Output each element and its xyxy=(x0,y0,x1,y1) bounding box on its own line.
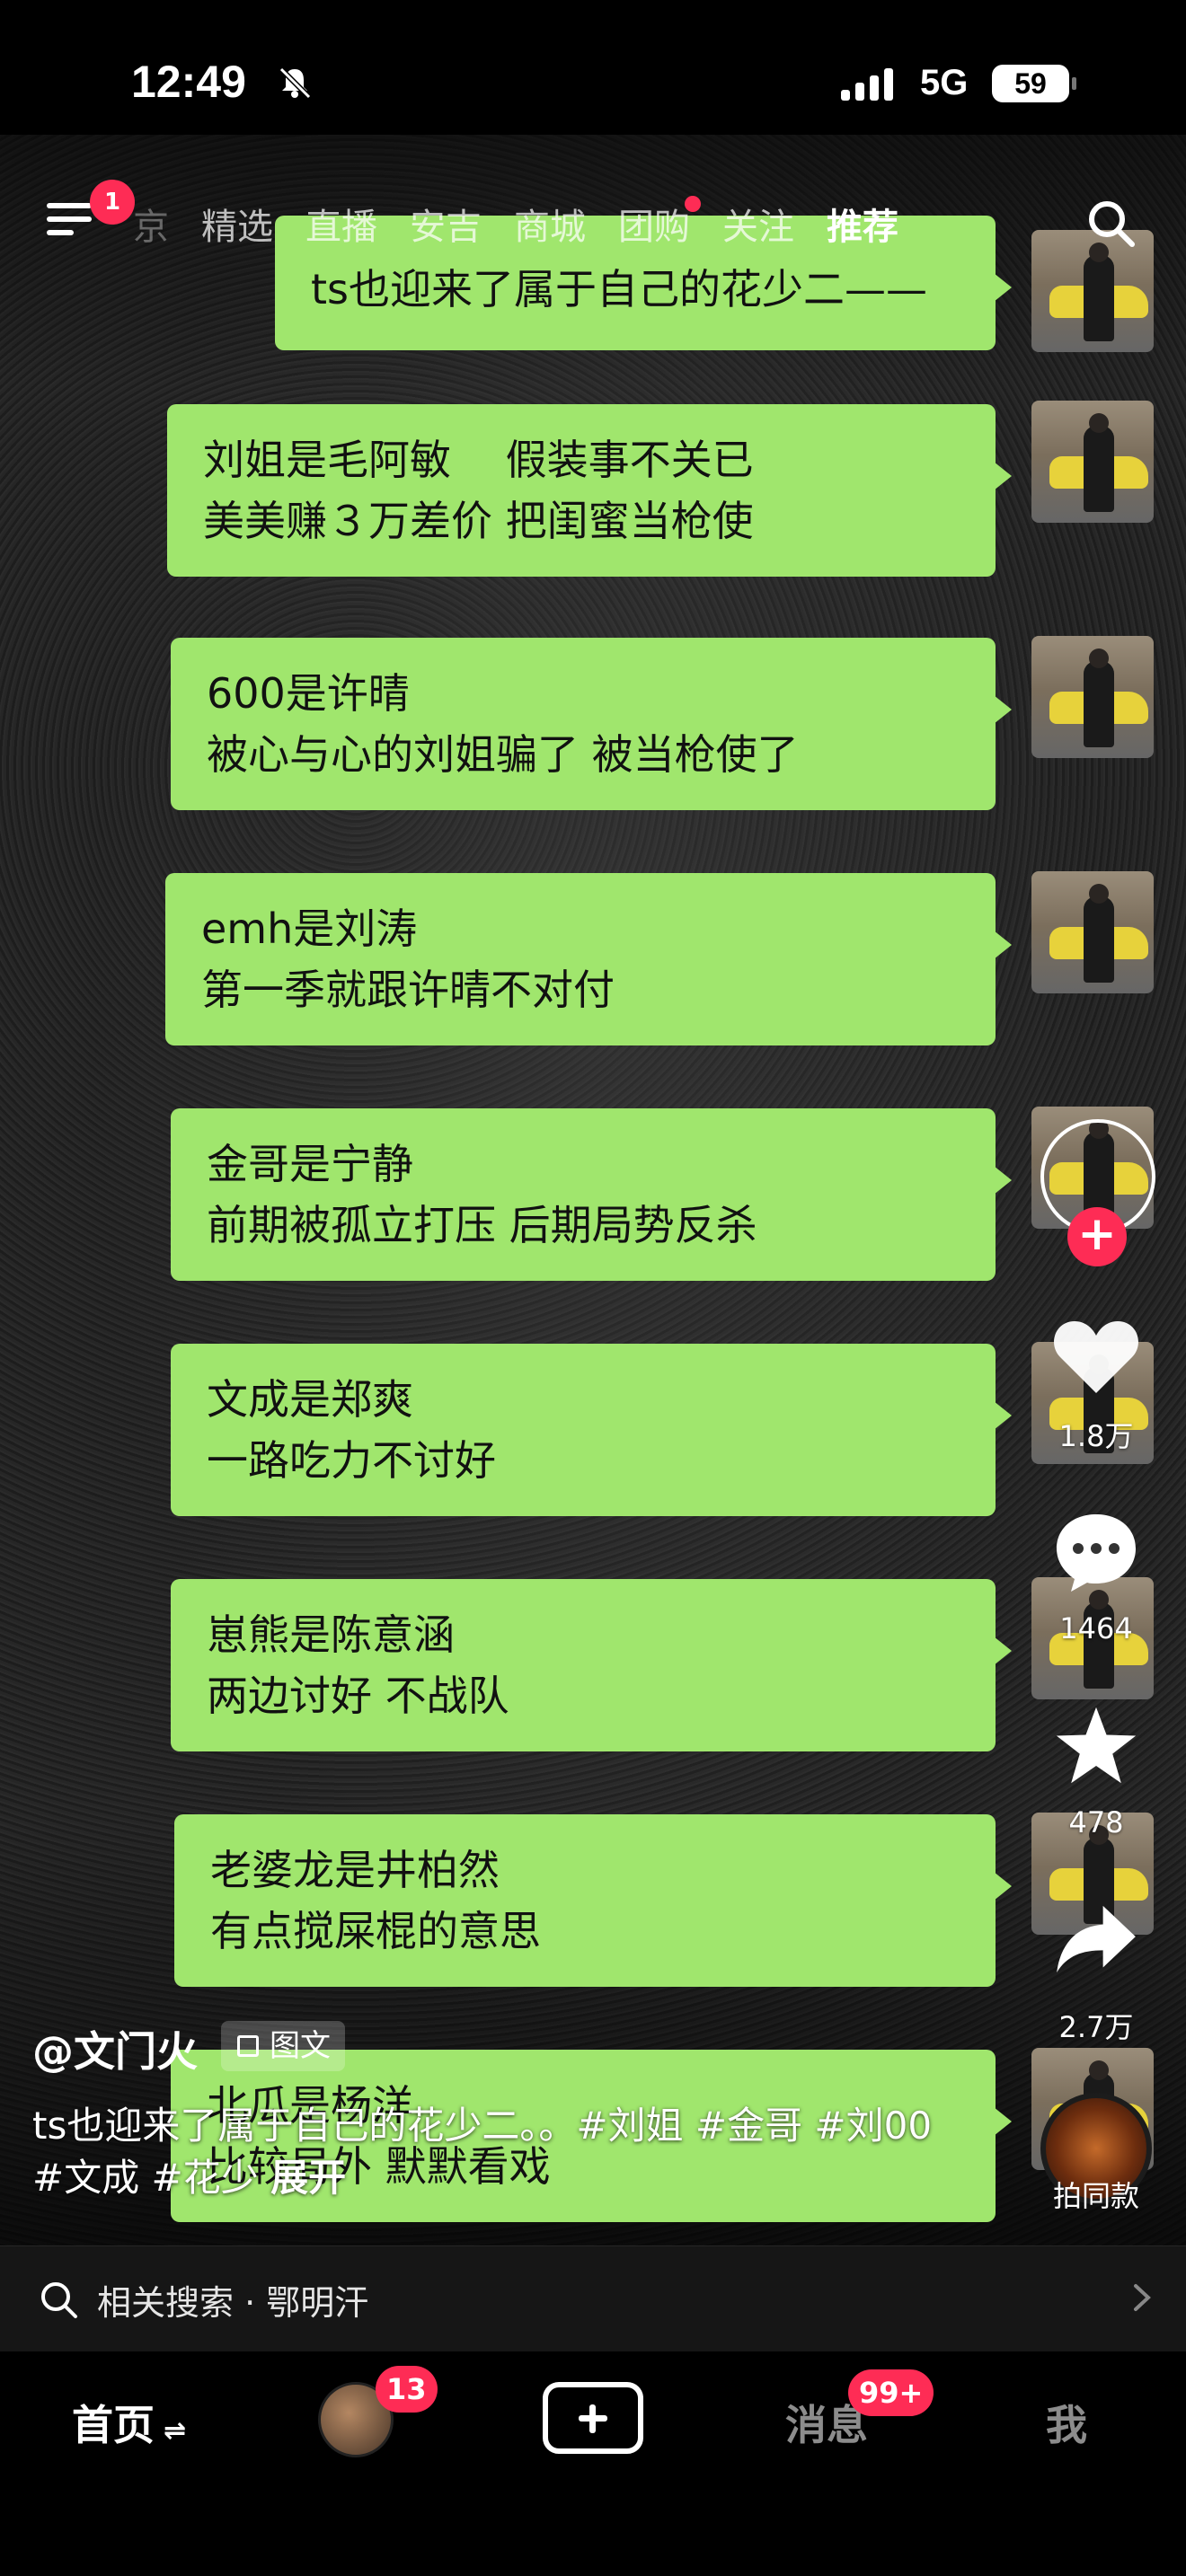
tab-following[interactable]: 关注 xyxy=(706,198,810,250)
chat-message-line: 老婆龙是井柏然 xyxy=(210,1846,500,1894)
tab-featured[interactable]: 精选 xyxy=(185,198,289,250)
person-shape xyxy=(1084,426,1114,512)
tab-home-label: 首页 xyxy=(72,2401,155,2449)
chat-message-line: 600是许晴 xyxy=(207,669,410,718)
share-count: 2.7万 xyxy=(1058,2010,1134,2044)
chevron-right-icon xyxy=(1134,2284,1151,2311)
friends-badge: 13 xyxy=(376,2366,438,2413)
chat-message-line: 第一季就跟许晴不对付 xyxy=(201,966,615,1014)
chat-message-bubble: 刘姐是毛阿敏 假装事不关已 美美赚３万差价 把闺蜜当枪使 xyxy=(167,404,1012,577)
chat-message-line: 美美赚３万差价 把闺蜜当枪使 xyxy=(203,497,754,545)
messages-badge: 99+ xyxy=(848,2369,934,2416)
tab-location[interactable]: 京 xyxy=(126,198,185,250)
battery-icon: 59 xyxy=(992,65,1076,102)
tab-notification-dot xyxy=(685,196,701,212)
caption-text: ts也迎来了属于自己的花少二。。#刘姐 #金哥 #刘00 #文成 #花少 xyxy=(32,2104,933,2200)
tab-group-buy[interactable]: 团购 xyxy=(602,196,706,250)
post-caption[interactable]: ts也迎来了属于自己的花少二。。#刘姐 #金哥 #刘00 #文成 #花少 展开 xyxy=(32,2100,967,2204)
chat-message-line: 前期被孤立打压 后期局势反杀 xyxy=(207,1201,757,1249)
search-icon xyxy=(41,2282,77,2318)
person-head xyxy=(1089,413,1109,433)
chat-message-line: 文成是郑爽 xyxy=(207,1375,413,1424)
chat-message-line: 崽熊是陈意涵 xyxy=(207,1610,455,1659)
person-head xyxy=(1089,648,1109,668)
muted-bell-icon xyxy=(279,66,312,100)
chat-message-line: 金哥是宁静 xyxy=(207,1140,413,1188)
switch-icon: ⇌ xyxy=(164,2415,187,2447)
like-count: 1.8万 xyxy=(1058,1419,1134,1453)
top-nav: 1 京 精选 直播 安吉 商城 团购 关注 推荐 xyxy=(0,180,1186,269)
related-search-text: 相关搜索 · 鄂明汗 xyxy=(97,2283,369,2323)
menu-icon[interactable] xyxy=(47,203,92,244)
tab-live[interactable]: 直播 xyxy=(289,198,394,250)
bottom-tab-bar: 首页 ⇌ 13 消息 99+ 我 xyxy=(0,2351,1186,2576)
post-type-label: 图文 xyxy=(270,2028,331,2064)
chat-message-line: 有点搅屎棍的意思 xyxy=(210,1907,541,1955)
chat-message-bubble: 文成是郑爽一路吃力不讨好 xyxy=(171,1344,1012,1516)
person-shape xyxy=(1084,661,1114,747)
status-time: 12:49 xyxy=(131,57,246,107)
star-icon[interactable] xyxy=(1053,1703,1139,1787)
related-search-bar[interactable]: 相关搜索 · 鄂明汗 xyxy=(0,2245,1186,2351)
favorite-count: 478 xyxy=(1068,1805,1124,1839)
post-type-tag: 图文 xyxy=(221,2021,345,2071)
music-label[interactable]: 拍同款 xyxy=(1033,2174,1159,2215)
chat-message-line: 两边讨好 不战队 xyxy=(207,1672,509,1720)
tab-mall[interactable]: 商城 xyxy=(498,198,602,250)
chat-message-line: emh是刘涛 xyxy=(201,904,418,953)
chat-message-line: 一路吃力不讨好 xyxy=(207,1436,496,1485)
chat-message-bubble: 金哥是宁静前期被孤立打压 后期局势反杀 xyxy=(171,1108,1012,1281)
chat-message-bubble: 老婆龙是井柏然 有点搅屎棍的意思 xyxy=(174,1814,1012,1987)
search-icon[interactable] xyxy=(1084,196,1137,250)
cellular-signal-icon xyxy=(841,68,893,101)
chat-message-bubble: 崽熊是陈意涵两边讨好 不战队 xyxy=(171,1579,1012,1751)
network-type: 5G xyxy=(920,63,969,102)
tab-group-buy-label: 团购 xyxy=(618,207,690,248)
chat-sender-avatar xyxy=(1031,871,1154,993)
author-name[interactable]: @文门火 xyxy=(32,2019,198,2078)
tab-me[interactable]: 我 xyxy=(1046,2393,1087,2452)
comment-count: 1464 xyxy=(1059,1611,1133,1645)
follow-button[interactable]: + xyxy=(1067,1207,1127,1266)
heart-icon[interactable] xyxy=(1051,1313,1141,1399)
tab-recommended[interactable]: 推荐 xyxy=(810,198,915,250)
expand-link[interactable]: 展开 xyxy=(270,2156,346,2200)
tab-local[interactable]: 安吉 xyxy=(394,198,498,250)
image-text-icon xyxy=(237,2035,259,2057)
status-bar: 12:49 5G 59 xyxy=(0,0,1186,135)
chat-message-line: 被心与心的刘姐骗了 被当枪使了 xyxy=(207,730,799,779)
create-post-button[interactable] xyxy=(543,2382,643,2454)
feed-tabs: 京 精选 直播 安吉 商城 团购 关注 推荐 xyxy=(126,196,915,250)
chat-sender-avatar xyxy=(1031,401,1154,523)
person-shape xyxy=(1084,896,1114,983)
chat-message-bubble: 600是许晴被心与心的刘姐骗了 被当枪使了 xyxy=(171,638,1012,810)
chat-message-line: 刘姐是毛阿敏 假装事不关已 xyxy=(203,436,754,484)
share-icon[interactable] xyxy=(1053,1902,1139,1976)
chat-message-bubble: emh是刘涛第一季就跟许晴不对付 xyxy=(165,873,1012,1045)
comment-icon[interactable] xyxy=(1051,1509,1141,1595)
person-head xyxy=(1089,884,1109,904)
chat-sender-avatar xyxy=(1031,636,1154,758)
tab-home[interactable]: 首页 ⇌ xyxy=(72,2393,186,2452)
person-head xyxy=(1089,2060,1109,2080)
